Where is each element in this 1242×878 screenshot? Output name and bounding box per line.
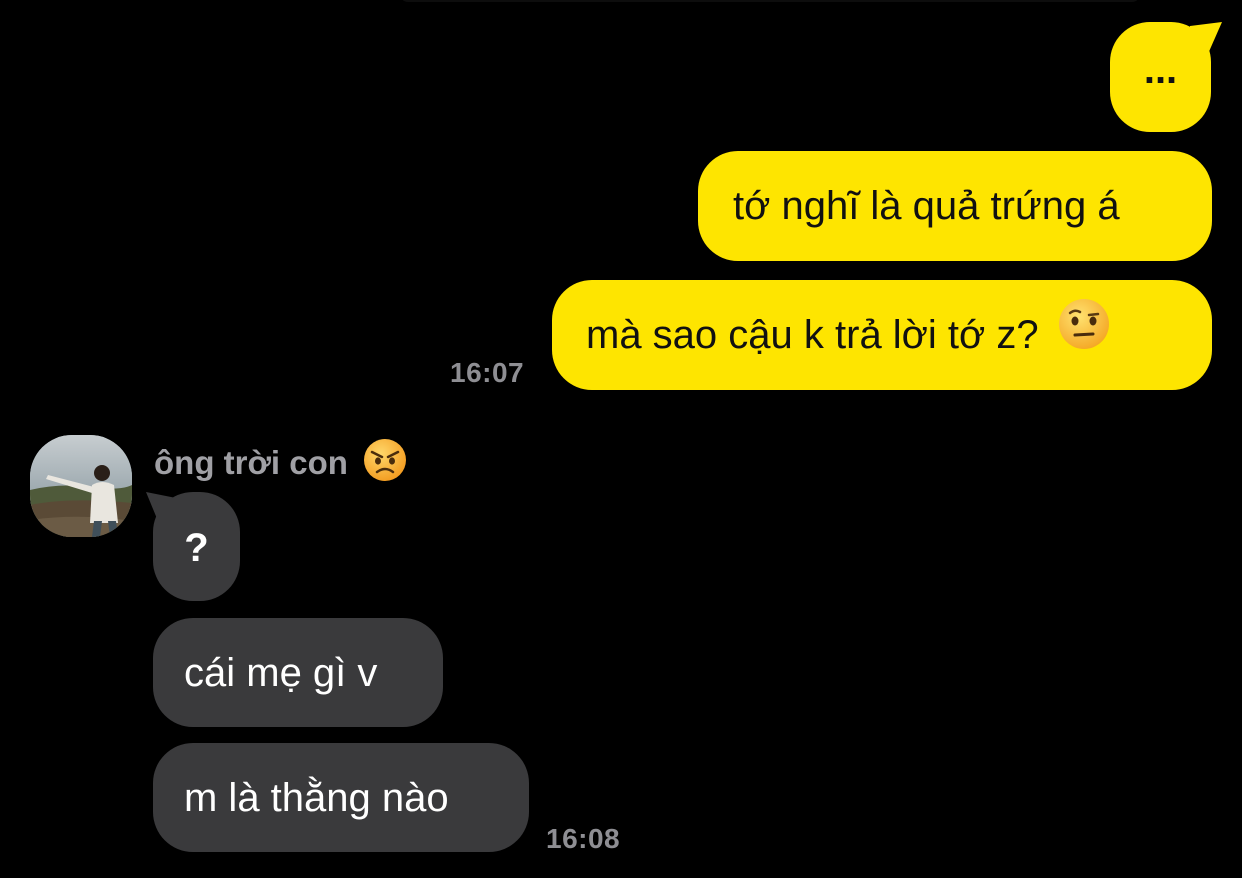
message-text: ?: [184, 526, 209, 570]
message-text: mà sao cậu k trả lời tớ z?: [586, 313, 1039, 357]
outgoing-message-2[interactable]: tớ nghĩ là quả trứng á: [698, 151, 1212, 261]
incoming-message-2[interactable]: cái mẹ gì v: [153, 618, 443, 727]
incoming-message-1[interactable]: ?: [153, 492, 240, 601]
previous-message-edge: [400, 0, 1140, 2]
incoming-timestamp: 16:08: [546, 823, 621, 854]
sender-name: ông trời con: [154, 438, 407, 493]
angry-face-icon: [363, 438, 407, 493]
outgoing-timestamp: 16:07: [450, 357, 525, 388]
outgoing-message-3[interactable]: mà sao cậu k trả lời tớ z?: [552, 280, 1212, 390]
message-text: m là thằng nào: [184, 776, 449, 820]
outgoing-message-1[interactable]: ...: [1110, 22, 1211, 132]
message-text: tớ nghĩ là quả trứng á: [733, 184, 1120, 228]
message-text: ...: [1143, 48, 1178, 92]
avatar[interactable]: [30, 435, 132, 537]
message-text: cái mẹ gì v: [184, 651, 378, 695]
incoming-message-3[interactable]: m là thằng nào: [153, 743, 529, 852]
raised-eyebrow-face-icon: [1058, 282, 1110, 392]
